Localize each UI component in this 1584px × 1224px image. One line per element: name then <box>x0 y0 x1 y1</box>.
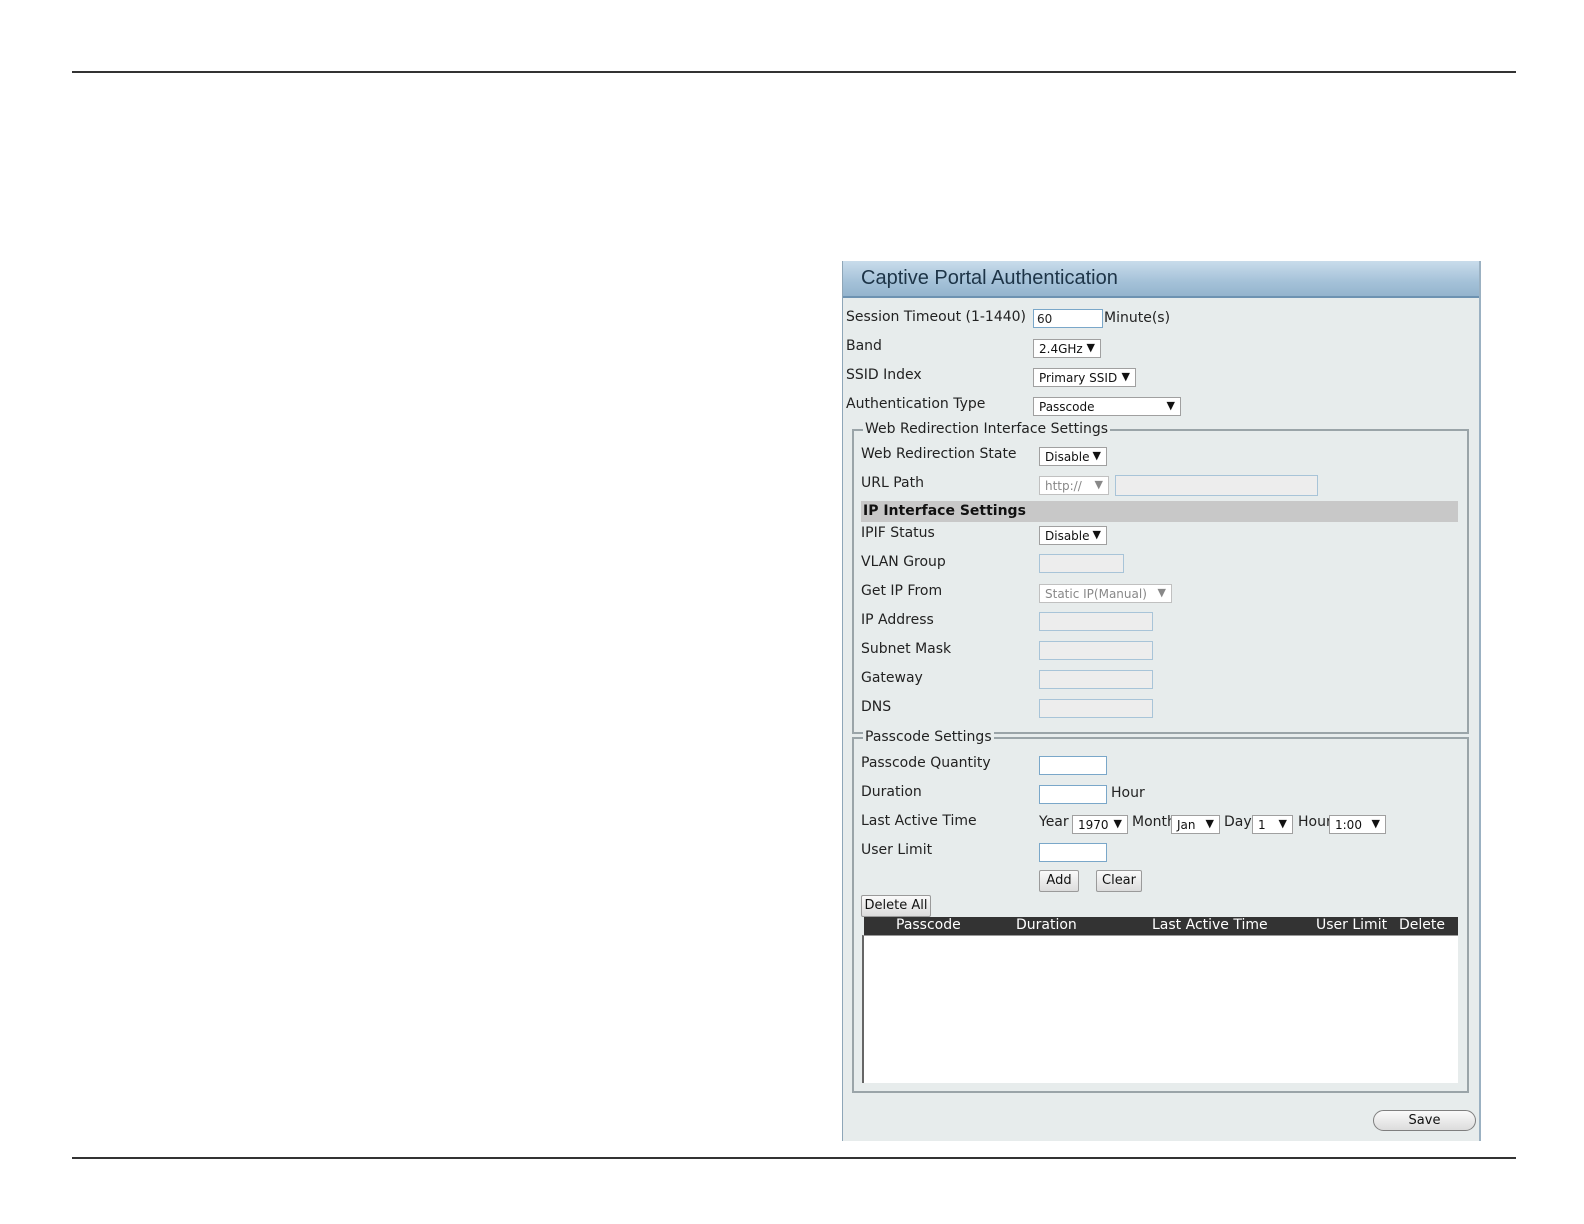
last-active-time-label: Last Active Time <box>861 813 977 829</box>
ipif-status-label: IPIF Status <box>861 525 935 541</box>
ipif-status-value: Disable <box>1045 529 1090 543</box>
duration-input[interactable] <box>1039 785 1107 804</box>
ipif-status-select[interactable]: Disable ▼ <box>1039 526 1107 545</box>
ip-address-label: IP Address <box>861 612 934 628</box>
chevron-down-icon: ▼ <box>1094 478 1103 491</box>
bottom-rule <box>72 1157 1516 1159</box>
column-duration: Duration <box>1016 917 1077 933</box>
year-label: Year <box>1039 814 1069 830</box>
band-label: Band <box>846 338 882 354</box>
clear-button[interactable]: Clear <box>1096 870 1142 892</box>
band-select[interactable]: 2.4GHz ▼ <box>1033 339 1101 358</box>
web-redirection-state-value: Disable <box>1045 450 1090 464</box>
hour-select[interactable]: 1:00 ▼ <box>1329 815 1386 834</box>
gateway-input[interactable] <box>1039 670 1153 689</box>
month-label: Month <box>1132 814 1176 830</box>
subnet-mask-input[interactable] <box>1039 641 1153 660</box>
dns-label: DNS <box>861 699 892 715</box>
web-redirection-legend: Web Redirection Interface Settings <box>863 421 1111 437</box>
chevron-down-icon: ▼ <box>1086 341 1095 354</box>
panel-title: Captive Portal Authentication <box>861 267 1118 289</box>
session-timeout-input[interactable] <box>1033 309 1103 328</box>
band-value: 2.4GHz <box>1039 342 1083 356</box>
web-redirection-state-label: Web Redirection State <box>861 446 1017 462</box>
ip-address-input[interactable] <box>1039 612 1153 631</box>
save-button[interactable]: Save <box>1373 1110 1476 1131</box>
chevron-down-icon: ▼ <box>1121 370 1130 383</box>
url-protocol-select[interactable]: http:// ▼ <box>1039 476 1109 495</box>
column-passcode: Passcode <box>896 917 961 933</box>
user-limit-label: User Limit <box>861 842 933 858</box>
get-ip-from-label: Get IP From <box>861 583 943 599</box>
ssid-index-value: Primary SSID <box>1039 371 1118 385</box>
ip-interface-heading: IP Interface Settings <box>863 503 1026 519</box>
chevron-down-icon: ▼ <box>1371 817 1380 830</box>
url-path-label: URL Path <box>861 475 924 491</box>
gateway-label: Gateway <box>861 670 923 686</box>
passcode-table-body <box>862 935 1458 1083</box>
duration-unit: Hour <box>1111 785 1145 801</box>
chevron-down-icon: ▼ <box>1157 586 1166 599</box>
column-delete: Delete <box>1399 917 1445 933</box>
column-last-active-time: Last Active Time <box>1152 917 1268 933</box>
column-user-limit: User Limit <box>1316 917 1388 933</box>
chevron-down-icon: ▼ <box>1113 817 1122 830</box>
add-button[interactable]: Add <box>1039 870 1079 892</box>
day-select[interactable]: 1 ▼ <box>1252 815 1293 834</box>
auth-type-label: Authentication Type <box>846 396 986 412</box>
vlan-group-label: VLAN Group <box>861 554 946 570</box>
auth-type-select[interactable]: Passcode ▼ <box>1033 397 1181 416</box>
ssid-index-label: SSID Index <box>846 367 922 383</box>
delete-all-button[interactable]: Delete All <box>861 895 931 917</box>
year-value: 1970 <box>1078 818 1109 832</box>
chevron-down-icon: ▼ <box>1092 528 1101 541</box>
duration-label: Duration <box>861 784 922 800</box>
chevron-down-icon: ▼ <box>1278 817 1287 830</box>
passcode-quantity-input[interactable] <box>1039 756 1107 775</box>
month-select[interactable]: Jan ▼ <box>1171 815 1220 834</box>
passcode-quantity-label: Passcode Quantity <box>861 755 991 771</box>
month-value: Jan <box>1177 818 1196 832</box>
ip-interface-heading-bar: IP Interface Settings <box>861 501 1458 522</box>
day-value: 1 <box>1258 818 1266 832</box>
captive-portal-panel: Captive Portal Authentication Session Ti… <box>842 261 1481 1141</box>
year-select[interactable]: 1970 ▼ <box>1072 815 1128 834</box>
dns-input[interactable] <box>1039 699 1153 718</box>
chevron-down-icon: ▼ <box>1205 817 1214 830</box>
auth-type-value: Passcode <box>1039 400 1095 414</box>
web-redirection-state-select[interactable]: Disable ▼ <box>1039 447 1107 466</box>
hour-value: 1:00 <box>1335 818 1362 832</box>
day-label: Day <box>1224 814 1252 830</box>
subnet-mask-label: Subnet Mask <box>861 641 952 657</box>
panel-header: Captive Portal Authentication <box>843 261 1479 298</box>
vlan-group-input[interactable] <box>1039 554 1124 573</box>
hour-label: Hour <box>1298 814 1332 830</box>
session-timeout-unit: Minute(s) <box>1104 310 1171 326</box>
chevron-down-icon: ▼ <box>1166 399 1175 412</box>
passcode-table-header: Passcode Duration Last Active Time User … <box>864 917 1458 935</box>
top-rule <box>72 71 1516 73</box>
session-timeout-label: Session Timeout (1-1440) <box>846 309 1027 325</box>
url-protocol-value: http:// <box>1045 479 1082 493</box>
user-limit-input[interactable] <box>1039 843 1107 862</box>
get-ip-from-select[interactable]: Static IP(Manual) ▼ <box>1039 584 1172 603</box>
chevron-down-icon: ▼ <box>1092 449 1101 462</box>
url-path-input[interactable] <box>1115 475 1318 496</box>
ssid-index-select[interactable]: Primary SSID ▼ <box>1033 368 1136 387</box>
passcode-legend: Passcode Settings <box>863 729 994 745</box>
get-ip-from-value: Static IP(Manual) <box>1045 587 1147 601</box>
